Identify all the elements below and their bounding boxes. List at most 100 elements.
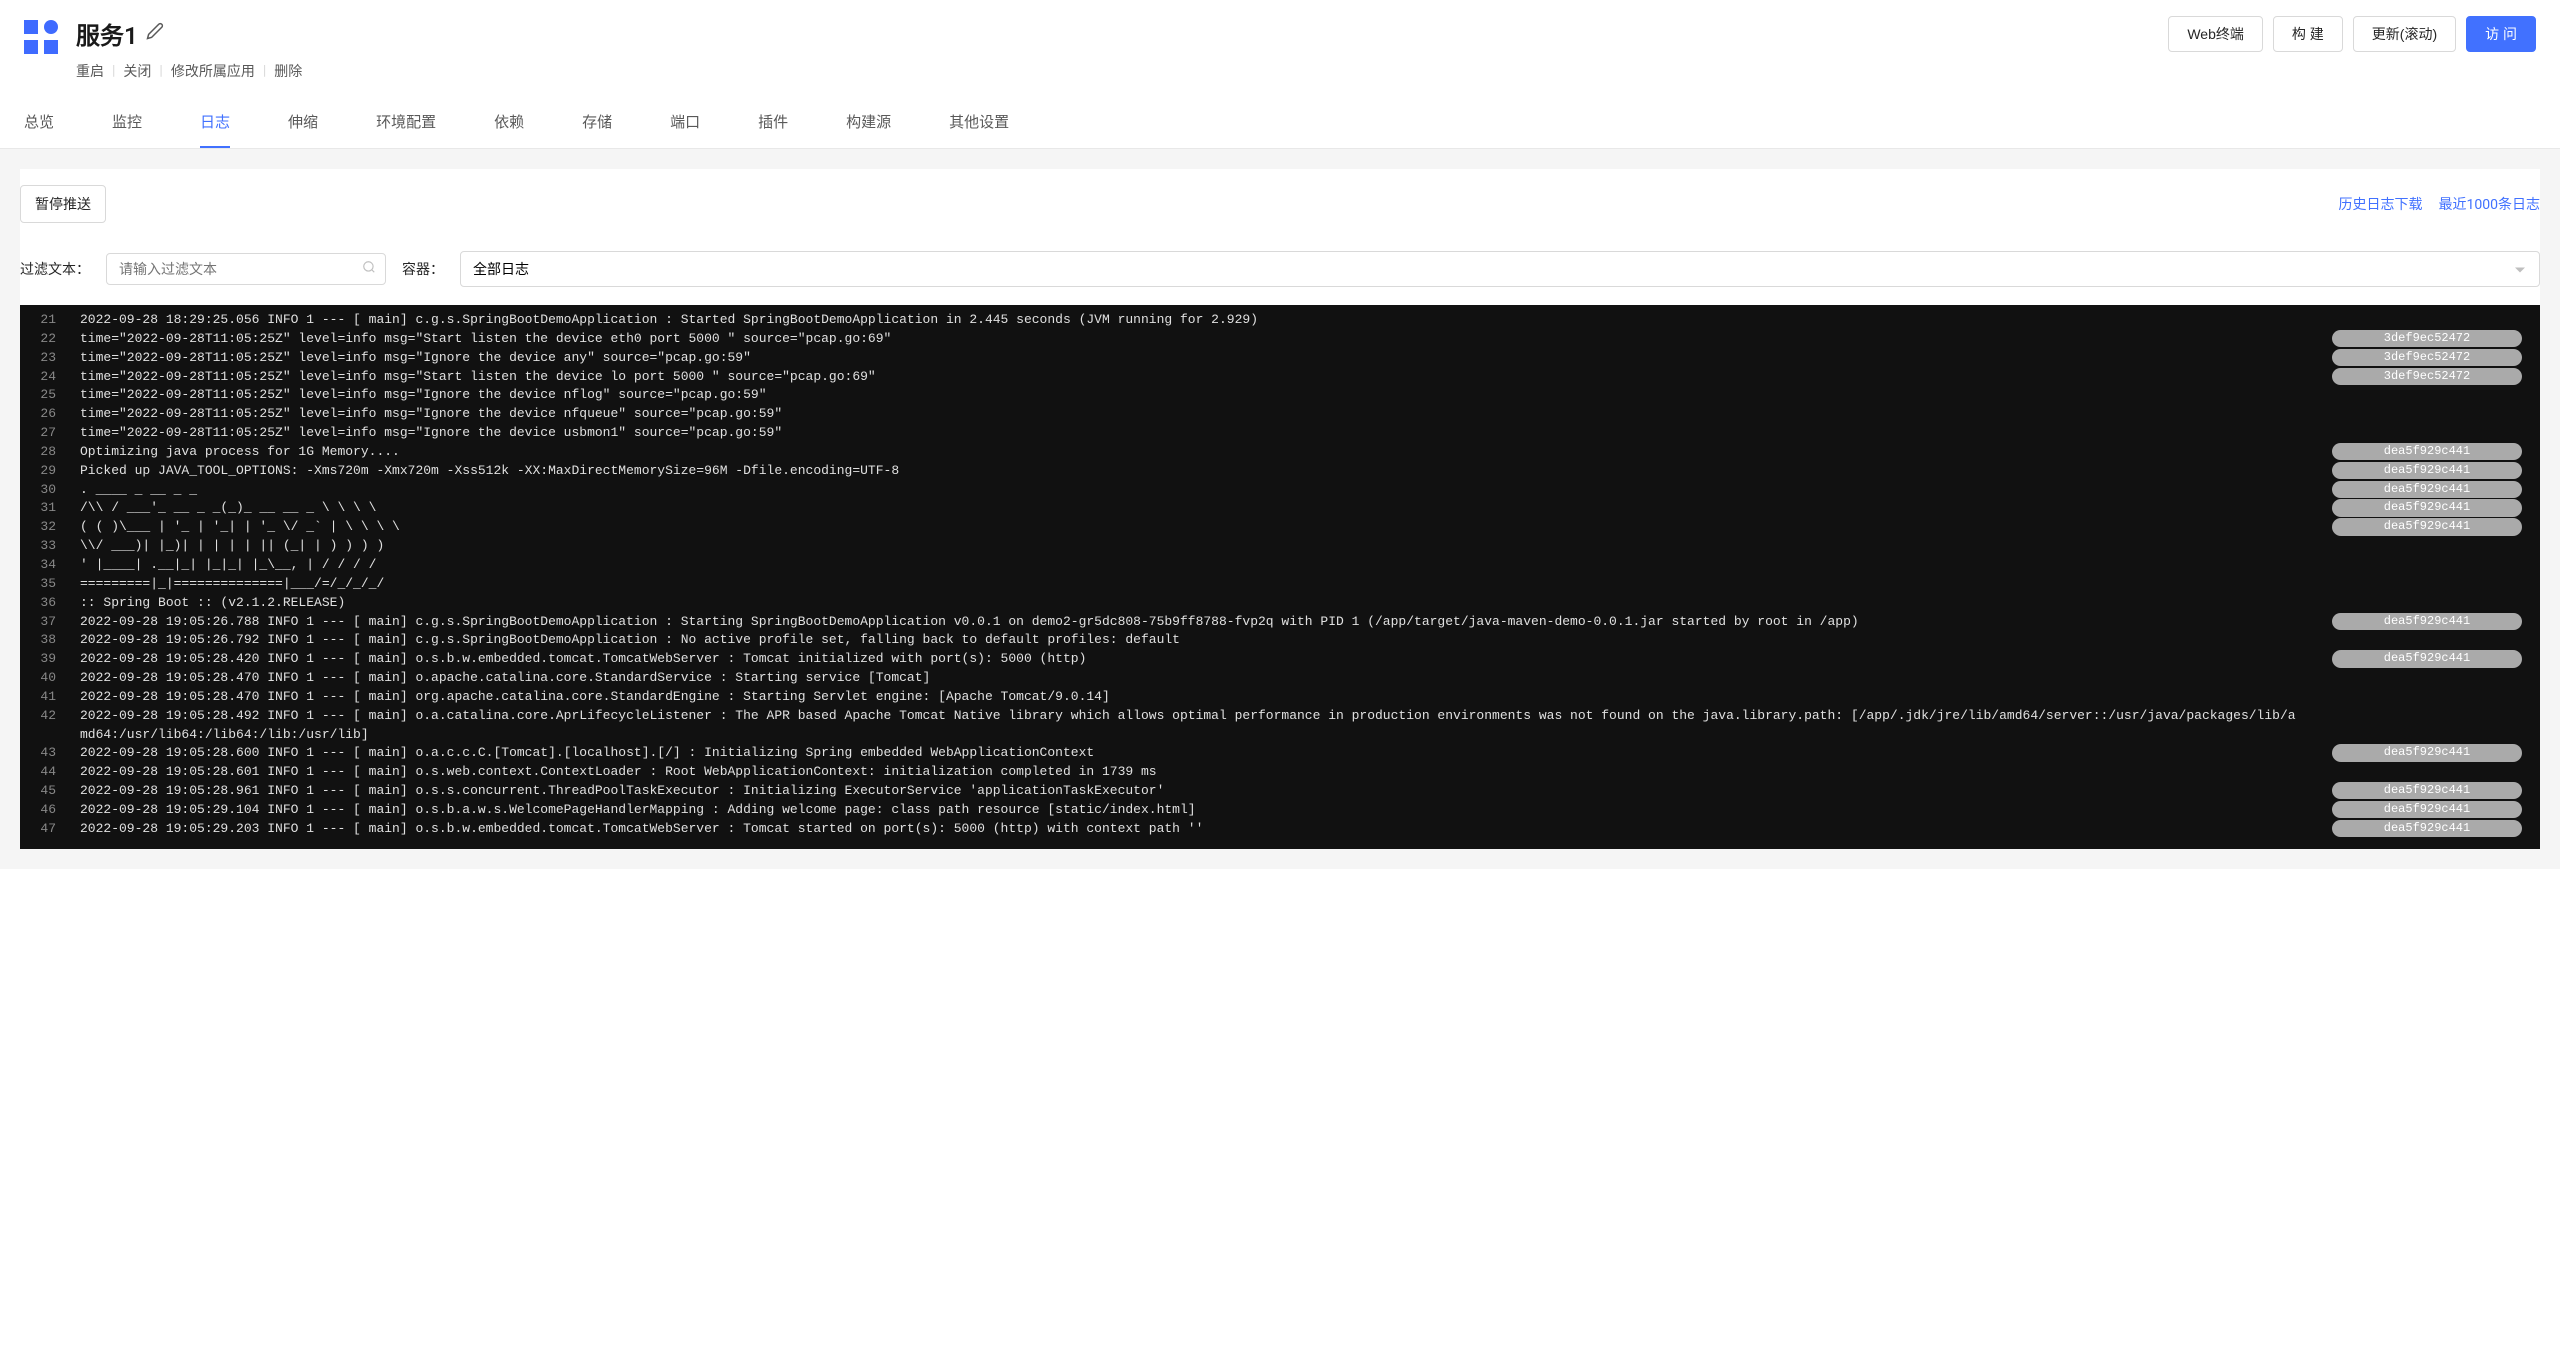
log-line: 212022-09-28 18:29:25.056 INFO 1 --- [ m… (20, 311, 2540, 330)
recent-1000-link[interactable]: 最近1000条日志 (2439, 194, 2540, 214)
log-line-text: ( ( )\___ | '_ | '_| | '_ \/ _` | \ \ \ … (80, 518, 2296, 537)
tabs: 总览 监控 日志 伸缩 环境配置 依赖 存储 端口 插件 构建源 其他设置 (0, 97, 2560, 149)
log-line-number: 40 (32, 669, 80, 688)
container-select[interactable]: 全部日志 (460, 251, 2540, 287)
log-line: 24time="2022-09-28T11:05:25Z" level=info… (20, 368, 2540, 387)
log-line-number: 44 (32, 763, 80, 782)
log-line: 372022-09-28 19:05:26.788 INFO 1 --- [ m… (20, 613, 2540, 632)
tab-10[interactable]: 其他设置 (949, 97, 1009, 148)
tab-4[interactable]: 环境配置 (376, 97, 436, 148)
log-line: 27time="2022-09-28T11:05:25Z" level=info… (20, 424, 2540, 443)
log-line-text: 2022-09-28 18:29:25.056 INFO 1 --- [ mai… (80, 311, 2296, 330)
log-line-text: 2022-09-28 19:05:28.492 INFO 1 --- [ mai… (80, 707, 2296, 745)
action-delete[interactable]: 删除 (274, 61, 302, 81)
tab-3[interactable]: 伸缩 (288, 97, 318, 148)
log-line-number: 42 (32, 707, 80, 726)
log-line-number: 22 (32, 330, 80, 349)
log-viewer[interactable]: 212022-09-28 18:29:25.056 INFO 1 --- [ m… (20, 305, 2540, 849)
log-line-text: time="2022-09-28T11:05:25Z" level=info m… (80, 349, 2296, 368)
log-line-text: :: Spring Boot :: (v2.1.2.RELEASE) (80, 594, 2296, 613)
update-scroll-button[interactable]: 更新(滚动) (2353, 16, 2456, 52)
log-line-tag: 3def9ec52472 (2332, 349, 2522, 366)
log-line-number: 43 (32, 744, 80, 763)
tab-1[interactable]: 监控 (112, 97, 142, 148)
log-line-number: 34 (32, 556, 80, 575)
log-line: 32( ( )\___ | '_ | '_| | '_ \/ _` | \ \ … (20, 518, 2540, 537)
log-line-tag: dea5f929c441 (2332, 744, 2522, 761)
tab-5[interactable]: 依赖 (494, 97, 524, 148)
tab-0[interactable]: 总览 (24, 97, 54, 148)
log-line-text: 2022-09-28 19:05:28.470 INFO 1 --- [ mai… (80, 688, 2296, 707)
log-line-tag: dea5f929c441 (2332, 782, 2522, 799)
web-terminal-button[interactable]: Web终端 (2168, 16, 2263, 52)
build-button[interactable]: 构 建 (2273, 16, 2343, 52)
log-line: 26time="2022-09-28T11:05:25Z" level=info… (20, 405, 2540, 424)
log-line: 422022-09-28 19:05:28.492 INFO 1 --- [ m… (20, 707, 2540, 745)
log-line-number: 28 (32, 443, 80, 462)
log-line: 472022-09-28 19:05:29.203 INFO 1 --- [ m… (20, 820, 2540, 839)
log-line-number: 25 (32, 386, 80, 405)
log-line-text: . ____ _ __ _ _ (80, 481, 2296, 500)
log-line-text: time="2022-09-28T11:05:25Z" level=info m… (80, 368, 2296, 387)
log-line-text: 2022-09-28 19:05:28.470 INFO 1 --- [ mai… (80, 669, 2296, 688)
log-line-tag: dea5f929c441 (2332, 518, 2522, 535)
log-line-text: =========|_|==============|___/=/_/_/_/ (80, 575, 2296, 594)
tab-7[interactable]: 端口 (670, 97, 700, 148)
log-line-number: 38 (32, 631, 80, 650)
log-line-text: 2022-09-28 19:05:28.601 INFO 1 --- [ mai… (80, 763, 2296, 782)
log-line-text: time="2022-09-28T11:05:25Z" level=info m… (80, 405, 2296, 424)
log-line-number: 23 (32, 349, 80, 368)
tab-2[interactable]: 日志 (200, 97, 230, 148)
filter-text-label: 过滤文本： (20, 259, 90, 279)
log-line-tag: dea5f929c441 (2332, 481, 2522, 498)
page-title: 服务1 (76, 16, 138, 51)
log-line: 30. ____ _ __ _ _ dea5f929c441 (20, 481, 2540, 500)
log-line-text: Picked up JAVA_TOOL_OPTIONS: -Xms720m -X… (80, 462, 2296, 481)
log-line: 25time="2022-09-28T11:05:25Z" level=info… (20, 386, 2540, 405)
tab-8[interactable]: 插件 (758, 97, 788, 148)
tab-9[interactable]: 构建源 (846, 97, 891, 148)
log-line-number: 35 (32, 575, 80, 594)
log-line-number: 32 (32, 518, 80, 537)
tab-6[interactable]: 存储 (582, 97, 612, 148)
edit-title-icon[interactable] (146, 22, 164, 45)
log-line: 23time="2022-09-28T11:05:25Z" level=info… (20, 349, 2540, 368)
container-label: 容器： (402, 259, 444, 279)
log-line-tag: dea5f929c441 (2332, 801, 2522, 818)
log-line-number: 24 (32, 368, 80, 387)
log-line-number: 21 (32, 311, 80, 330)
log-line-number: 47 (32, 820, 80, 839)
action-close[interactable]: 关闭 (123, 61, 151, 81)
log-line-text: time="2022-09-28T11:05:25Z" level=info m… (80, 424, 2296, 443)
log-line-number: 46 (32, 801, 80, 820)
search-icon[interactable] (362, 260, 376, 278)
filter-text-input[interactable] (106, 253, 386, 285)
log-line-text: \\/ ___)| |_)| | | | | || (_| | ) ) ) ) (80, 537, 2296, 556)
log-line: 432022-09-28 19:05:28.600 INFO 1 --- [ m… (20, 744, 2540, 763)
action-restart[interactable]: 重启 (76, 61, 104, 81)
log-line: 382022-09-28 19:05:26.792 INFO 1 --- [ m… (20, 631, 2540, 650)
log-line: 29Picked up JAVA_TOOL_OPTIONS: -Xms720m … (20, 462, 2540, 481)
log-line-text: Optimizing java process for 1G Memory...… (80, 443, 2296, 462)
log-line-number: 36 (32, 594, 80, 613)
log-line-number: 30 (32, 481, 80, 500)
log-line-number: 29 (32, 462, 80, 481)
log-line-text: time="2022-09-28T11:05:25Z" level=info m… (80, 386, 2296, 405)
log-line-tag: dea5f929c441 (2332, 820, 2522, 837)
log-line: 462022-09-28 19:05:29.104 INFO 1 --- [ m… (20, 801, 2540, 820)
history-download-link[interactable]: 历史日志下载 (2339, 194, 2423, 214)
log-line-number: 27 (32, 424, 80, 443)
log-line-tag: dea5f929c441 (2332, 613, 2522, 630)
log-line: 28Optimizing java process for 1G Memory.… (20, 443, 2540, 462)
action-change-app[interactable]: 修改所属应用 (171, 61, 255, 81)
log-line-tag: 3def9ec52472 (2332, 330, 2522, 347)
log-line: 35=========|_|==============|___/=/_/_/_… (20, 575, 2540, 594)
container-select-value: 全部日志 (473, 262, 529, 278)
log-line-number: 39 (32, 650, 80, 669)
pause-push-button[interactable]: 暂停推送 (20, 185, 106, 223)
visit-button[interactable]: 访 问 (2466, 16, 2536, 52)
log-line: 34' |____| .__|_| |_|_| |_\__, | / / / / (20, 556, 2540, 575)
log-line: 392022-09-28 19:05:28.420 INFO 1 --- [ m… (20, 650, 2540, 669)
log-line: 31/\\ / ___'_ __ _ _(_)_ __ __ _ \ \ \ \… (20, 499, 2540, 518)
log-line-text: 2022-09-28 19:05:29.104 INFO 1 --- [ mai… (80, 801, 2296, 820)
